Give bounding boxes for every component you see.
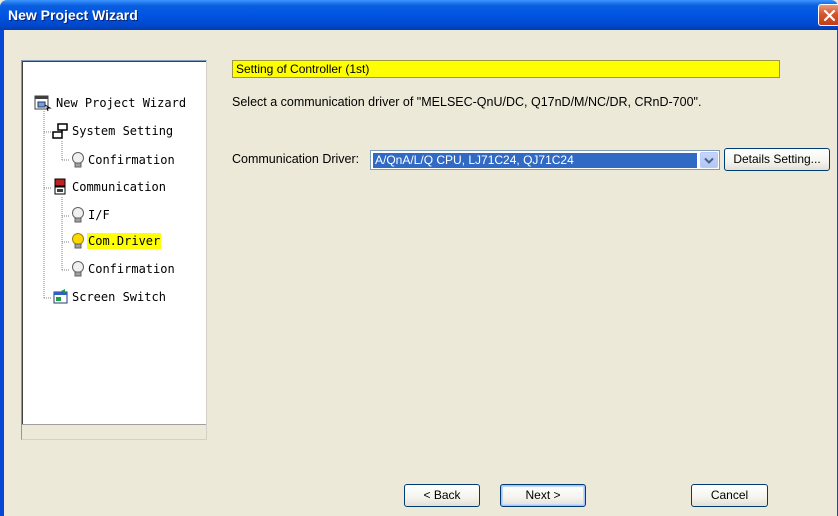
screen-switch-icon bbox=[53, 289, 68, 304]
communication-icon bbox=[54, 178, 66, 195]
lightbulb-icon bbox=[72, 207, 84, 223]
cancel-button[interactable]: Cancel bbox=[691, 484, 768, 507]
tree-panel-footer bbox=[22, 424, 206, 439]
window-border-left bbox=[0, 30, 4, 516]
dropdown-button[interactable] bbox=[700, 152, 718, 168]
window-title: New Project Wizard bbox=[8, 7, 138, 23]
lightbulb-icon bbox=[72, 261, 84, 277]
instruction-text: Select a communication driver of "MELSEC… bbox=[232, 95, 702, 109]
tree-item-label: I/F bbox=[88, 208, 110, 222]
tree-item-label: Communication bbox=[72, 180, 166, 194]
network-icon bbox=[52, 123, 68, 139]
tree-item-label: Com.Driver bbox=[87, 233, 162, 249]
tree-item-label: Screen Switch bbox=[72, 290, 166, 304]
title-bar[interactable]: New Project Wizard bbox=[0, 0, 838, 30]
back-button[interactable]: < Back bbox=[404, 484, 480, 507]
communication-driver-select[interactable]: A/QnA/L/Q CPU, LJ71C24, QJ71C24 bbox=[370, 150, 720, 170]
tree-item-label: Confirmation bbox=[88, 262, 175, 276]
communication-driver-value: A/QnA/L/Q CPU, LJ71C24, QJ71C24 bbox=[373, 153, 697, 168]
details-setting-button[interactable]: Details Setting... bbox=[724, 148, 830, 171]
tree-item-label: Confirmation bbox=[88, 153, 175, 167]
wizard-step-tree[interactable]: New Project Wizard System Setting Confir… bbox=[21, 60, 207, 440]
chevron-down-icon bbox=[704, 157, 714, 164]
communication-driver-label: Communication Driver: bbox=[232, 152, 360, 166]
lightbulb-icon bbox=[72, 152, 84, 168]
wizard-icon bbox=[34, 95, 52, 112]
section-header: Setting of Controller (1st) bbox=[232, 60, 780, 78]
next-button[interactable]: Next > bbox=[500, 484, 586, 507]
tree-item-label: New Project Wizard bbox=[56, 96, 187, 110]
close-button[interactable] bbox=[818, 4, 838, 26]
tree-item-label: System Setting bbox=[72, 124, 174, 138]
lightbulb-on-icon bbox=[72, 233, 84, 249]
close-icon bbox=[823, 9, 836, 22]
tree-connector-lines bbox=[43, 111, 70, 299]
